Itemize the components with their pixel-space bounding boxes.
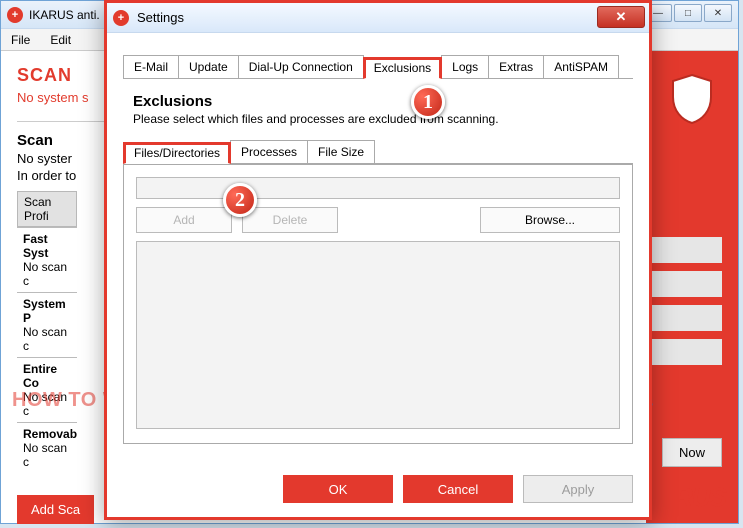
tab-exclusions[interactable]: Exclusions [363, 57, 442, 79]
exclusion-subtabs: Files/Directories Processes File Size [123, 140, 633, 164]
callout-2: 2 [223, 183, 257, 217]
app-icon: + [7, 7, 23, 23]
tab-update[interactable]: Update [178, 55, 239, 78]
subtab-processes[interactable]: Processes [230, 140, 308, 163]
tab-logs[interactable]: Logs [441, 55, 489, 78]
cancel-button[interactable]: Cancel [403, 475, 513, 503]
subtab-filesize[interactable]: File Size [307, 140, 375, 163]
add-button[interactable]: Add [136, 207, 232, 233]
grey-rows [646, 237, 722, 373]
settings-title: Settings [137, 10, 184, 25]
section-heading: Exclusions [133, 93, 633, 110]
callout-1: 1 [411, 85, 445, 119]
profile-row[interactable]: RemovabNo scan c [17, 422, 77, 473]
settings-window: + Settings ✕ E-Mail Update Dial-Up Conne… [104, 0, 652, 520]
section-description: Please select which files and processes … [133, 112, 633, 126]
settings-tabs: E-Mail Update Dial-Up Connection Exclusi… [123, 55, 633, 79]
settings-titlebar: + Settings ✕ [107, 3, 649, 33]
now-button[interactable]: Now [662, 438, 722, 467]
ok-button[interactable]: OK [283, 475, 393, 503]
add-scan-button[interactable]: Add Sca [17, 495, 94, 524]
subtab-files[interactable]: Files/Directories [123, 142, 231, 164]
profile-row[interactable]: System PNo scan c [17, 292, 77, 357]
menu-edit[interactable]: Edit [40, 33, 81, 47]
apply-button[interactable]: Apply [523, 475, 633, 503]
settings-footer: OK Cancel Apply [283, 475, 633, 503]
brand-text: RUS [674, 482, 726, 513]
delete-button[interactable]: Delete [242, 207, 338, 233]
maximize-button[interactable]: □ [674, 4, 702, 22]
settings-icon: + [113, 10, 129, 26]
path-input[interactable] [136, 177, 620, 199]
settings-close-button[interactable]: ✕ [597, 6, 645, 28]
tab-dialup[interactable]: Dial-Up Connection [238, 55, 364, 78]
profile-header: Scan Profi [17, 191, 77, 227]
profile-row[interactable]: Fast SystNo scan c [17, 227, 77, 292]
exclusion-panel: Add Delete Browse... [123, 164, 633, 444]
browse-button[interactable]: Browse... [480, 207, 620, 233]
tab-email[interactable]: E-Mail [123, 55, 179, 78]
exclusion-list[interactable] [136, 241, 620, 429]
tab-extras[interactable]: Extras [488, 55, 544, 78]
close-button[interactable]: ✕ [704, 4, 732, 22]
shield-icon [669, 73, 715, 125]
main-title: IKARUS anti. [29, 8, 100, 22]
tab-antispam[interactable]: AntiSPAM [543, 55, 619, 78]
menu-file[interactable]: File [1, 33, 40, 47]
